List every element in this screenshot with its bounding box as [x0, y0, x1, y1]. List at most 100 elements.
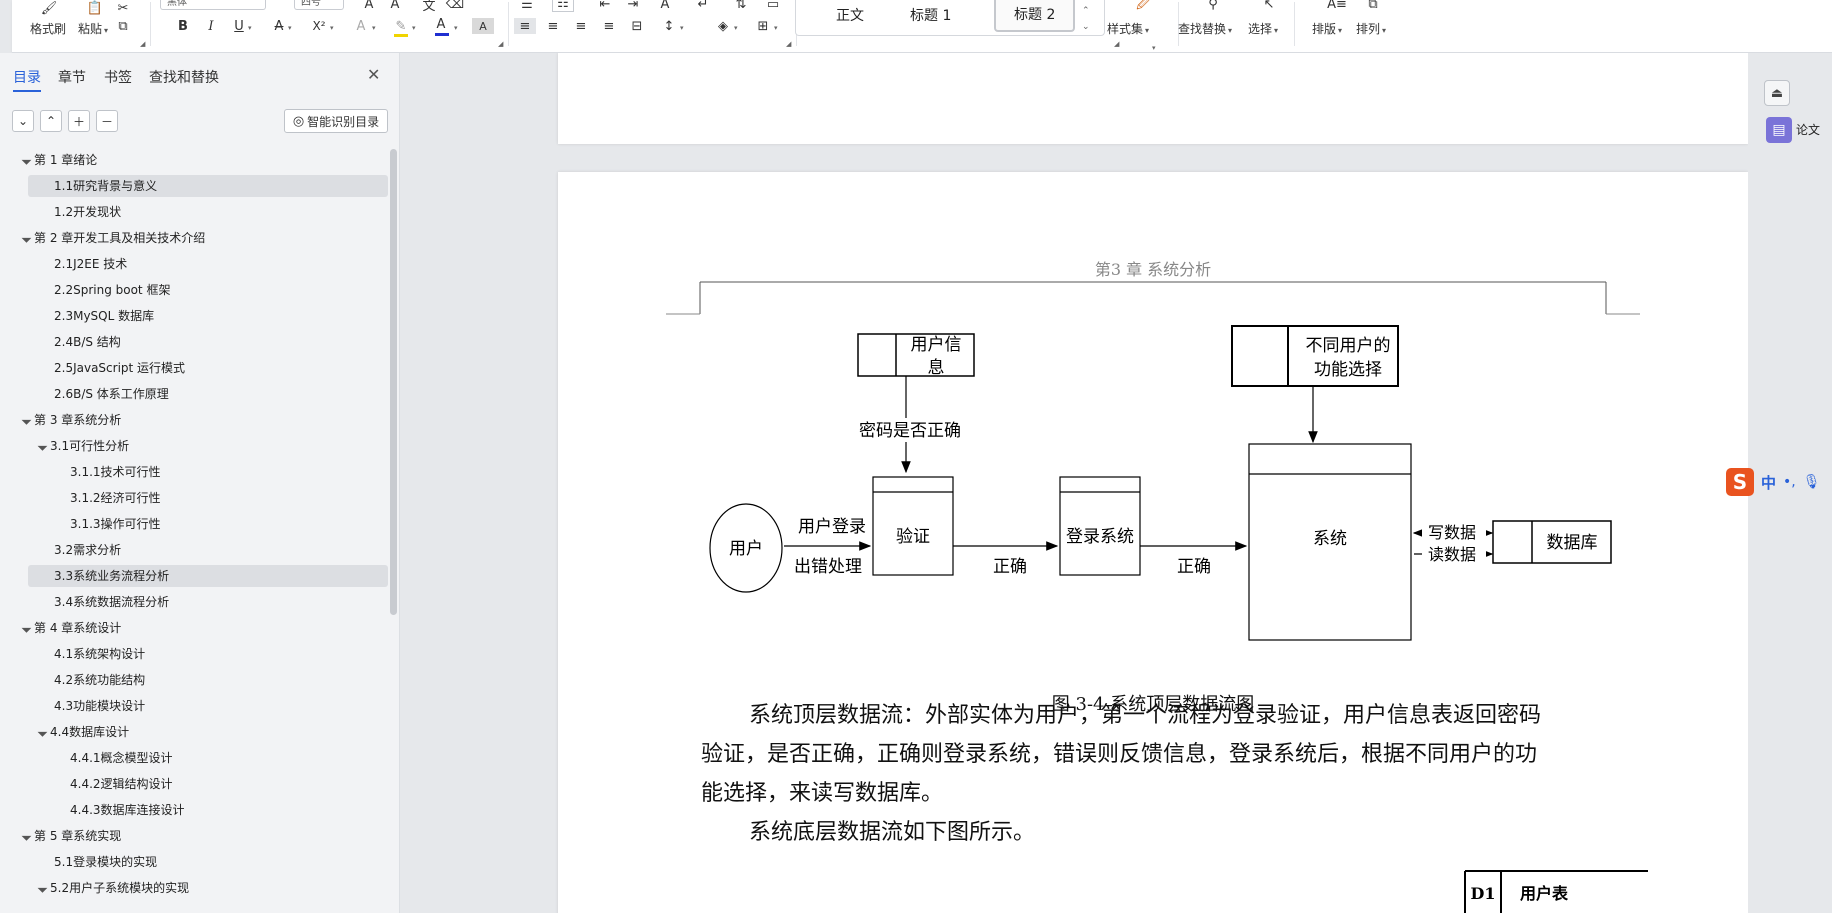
font-name-select[interactable]: 黑体	[160, 0, 266, 10]
shrink-font-icon[interactable]: A	[384, 0, 406, 12]
copy-icon[interactable]: ⧉	[112, 18, 134, 34]
layout-icon[interactable]: A≡	[1326, 0, 1348, 12]
toc-item[interactable]: 2.2Spring boot 框架	[28, 279, 388, 301]
toc-item[interactable]: 4.2系统功能结构	[28, 669, 388, 691]
show-marks-icon[interactable]: ↵	[692, 0, 714, 12]
clipboard-expand-icon[interactable]: ◢	[140, 40, 145, 48]
toc-item[interactable]: 4.1系统架构设计	[28, 643, 388, 665]
tab-chapters[interactable]: 章节	[58, 67, 86, 87]
style-heading-1[interactable]: 标题 1	[910, 5, 951, 25]
toc-item-label: 2.4B/S 结构	[54, 335, 121, 349]
ime-voice-icon[interactable]: 🎙	[1803, 474, 1821, 490]
layout-button[interactable]: 排版 ▾	[1312, 20, 1342, 37]
remove-heading-button[interactable]: －	[96, 110, 118, 132]
align-right-icon[interactable]: ≡	[570, 18, 592, 34]
toc-item[interactable]: 3.1.2经济可行性	[28, 487, 388, 509]
text-effect-icon[interactable]: A	[350, 18, 372, 34]
collapse-ribbon-icon[interactable]: ⏏	[1764, 80, 1790, 106]
toc-item[interactable]: 4.3功能模块设计	[28, 695, 388, 717]
toc-item[interactable]: 2.1J2EE 技术	[28, 253, 388, 275]
find-replace-icon[interactable]: ⚲	[1202, 0, 1224, 12]
ime-logo-icon[interactable]: S	[1726, 468, 1754, 496]
justify-icon[interactable]: ≡	[598, 18, 620, 34]
toc-item[interactable]: ◢ 5.2用户子系统模块的实现	[28, 877, 388, 899]
paste-button[interactable]: 粘贴 ▾	[78, 20, 108, 37]
char-shading-icon[interactable]: A	[472, 18, 494, 34]
style-heading-2[interactable]: 标题 2	[994, 0, 1076, 32]
tab-toc[interactable]: 目录	[13, 67, 41, 92]
numbering-icon[interactable]: ☷	[552, 0, 574, 12]
indent-inc-icon[interactable]: ⇥	[622, 0, 644, 12]
select-button[interactable]: 选择 ▾	[1248, 20, 1278, 37]
ime-punct-icon[interactable]: •,	[1783, 474, 1796, 490]
line-spacing-icon[interactable]: ↕	[658, 18, 680, 34]
indent-dec-icon[interactable]: ⇤	[594, 0, 616, 12]
ime-language[interactable]: 中	[1761, 472, 1776, 493]
thesis-check-icon[interactable]: ▤	[1766, 117, 1792, 143]
sort-icon[interactable]: ⇅	[730, 0, 752, 12]
bullets-icon[interactable]: ☰	[516, 0, 538, 12]
toc-item[interactable]: 4.4.3数据库连接设计	[28, 799, 388, 821]
toc-scrollbar[interactable]	[390, 149, 397, 615]
chinese-layout-icon[interactable]: A	[654, 0, 676, 12]
toc-item[interactable]: 2.5JavaScript 运行模式	[28, 357, 388, 379]
strikethrough-icon[interactable]: A	[268, 18, 290, 34]
smart-toc-button[interactable]: ◎ 智能识别目录	[284, 109, 388, 133]
style-set-icon[interactable]: 🖉	[1132, 0, 1154, 14]
find-replace-button[interactable]: 查找替换 ▾	[1178, 20, 1232, 37]
toc-item[interactable]: 3.1.3操作可行性	[28, 513, 388, 535]
bold-icon[interactable]: B	[172, 18, 194, 34]
paste-icon[interactable]: 📋	[84, 0, 106, 16]
paragraph-border-icon[interactable]: ⊞	[752, 18, 774, 34]
align-center-icon[interactable]: ≡	[542, 18, 564, 34]
select-icon[interactable]: ↖	[1258, 0, 1280, 12]
superscript-icon[interactable]: X²	[308, 18, 330, 34]
toc-item[interactable]: ◢ 第 2 章开发工具及相关技术介绍	[20, 227, 388, 249]
style-gallery-more-icon[interactable]: ⌄	[1082, 22, 1090, 32]
expand-level-button[interactable]: ⌃	[40, 110, 62, 132]
toc-item[interactable]: 3.1.1技术可行性	[28, 461, 388, 483]
underline-icon[interactable]: U	[228, 18, 250, 34]
arrange-icon[interactable]: ⧉	[1362, 0, 1384, 12]
format-painter-button[interactable]: 格式刷	[30, 20, 66, 37]
arrange-button[interactable]: 排列 ▾	[1356, 20, 1386, 37]
clear-format-icon[interactable]: ⌫	[444, 0, 466, 12]
close-pane-icon[interactable]: ✕	[367, 65, 380, 84]
toc-item[interactable]: 2.4B/S 结构	[28, 331, 388, 353]
style-normal[interactable]: 正文	[836, 5, 864, 25]
toc-item[interactable]: ◢ 第 3 章系统分析	[20, 409, 388, 431]
toc-item[interactable]: 5.1登录模块的实现	[28, 851, 388, 873]
toc-item[interactable]: 3.4系统数据流程分析	[28, 591, 388, 613]
toc-item[interactable]: ◢ 第 5 章系统实现	[20, 825, 388, 847]
italic-icon[interactable]: I	[200, 18, 222, 34]
style-set-button[interactable]: 样式集 ▾	[1107, 20, 1149, 37]
toc-item[interactable]: 4.4.2逻辑结构设计	[28, 773, 388, 795]
grow-font-icon[interactable]: A	[358, 0, 380, 12]
thesis-label[interactable]: 论文	[1796, 121, 1820, 138]
toc-item[interactable]: 2.3MySQL 数据库	[28, 305, 388, 327]
toc-item[interactable]: 2.6B/S 体系工作原理	[28, 383, 388, 405]
tab-bookmarks[interactable]: 书签	[104, 67, 132, 87]
font-color-icon[interactable]: A	[430, 16, 452, 32]
toc-item[interactable]: ◢ 3.1可行性分析	[28, 435, 388, 457]
highlight-icon[interactable]: ✎	[390, 18, 412, 34]
toc-item[interactable]: 4.4.1概念模型设计	[28, 747, 388, 769]
align-left-icon[interactable]: ≡	[514, 18, 536, 34]
collapse-level-button[interactable]: ⌄	[12, 110, 34, 132]
format-painter-icon[interactable]: 🖌	[38, 0, 60, 16]
borders-icon[interactable]: ▭	[762, 0, 784, 12]
toc-item[interactable]: 3.2需求分析	[28, 539, 388, 561]
toc-item[interactable]: 3.3系统业务流程分析	[28, 565, 388, 587]
cut-icon[interactable]: ✂	[112, 0, 134, 16]
font-size-select[interactable]: 四号	[294, 0, 344, 10]
add-heading-button[interactable]: ＋	[68, 110, 90, 132]
tab-find-replace[interactable]: 查找和替换	[149, 67, 219, 87]
toc-item[interactable]: ◢ 第 4 章系统设计	[20, 617, 388, 639]
phonetic-icon[interactable]: 文	[418, 0, 440, 14]
toc-item[interactable]: 1.1研究背景与意义	[28, 175, 388, 197]
toc-item[interactable]: 1.2开发现状	[28, 201, 388, 223]
distributed-icon[interactable]: ⊟	[626, 18, 648, 34]
toc-item[interactable]: ◢ 第 1 章绪论	[20, 149, 388, 171]
paragraph-shading-icon[interactable]: ◈	[712, 18, 734, 34]
toc-item[interactable]: ◢ 4.4数据库设计	[28, 721, 388, 743]
